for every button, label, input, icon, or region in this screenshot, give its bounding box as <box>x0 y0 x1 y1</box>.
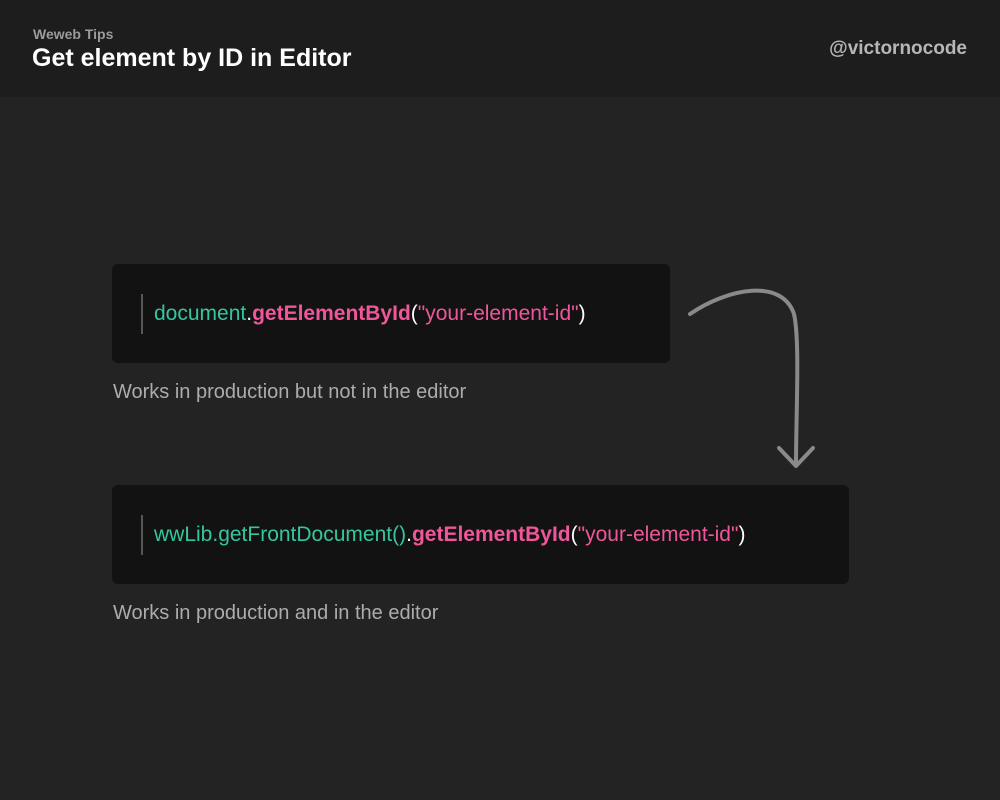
code-open-paren: ( <box>410 302 418 325</box>
eyebrow-label: Weweb Tips <box>33 26 114 42</box>
caption-wwlib: Works in production and in the editor <box>113 602 439 624</box>
header: Weweb Tips Get element by ID in Editor @… <box>0 0 1000 97</box>
arrow-shaft <box>688 288 800 466</box>
code-line: wwLib.getFrontDocument().getElementById(… <box>154 522 745 548</box>
code-close-paren: ) <box>738 523 746 546</box>
code-block-accent-bar <box>141 294 143 334</box>
code-close-paren: ) <box>578 302 586 325</box>
code-argument: "your-element-id" <box>577 523 739 546</box>
caption-document: Works in production but not in the edito… <box>113 381 467 403</box>
code-line: document.getElementById("your-element-id… <box>154 301 586 327</box>
code-open-paren: ( <box>570 523 578 546</box>
code-object: wwLib.getFrontDocument() <box>154 523 407 546</box>
code-object: document <box>154 302 247 325</box>
code-method: getElementById <box>411 523 571 546</box>
curved-down-arrow-icon <box>688 288 815 468</box>
code-argument: "your-element-id" <box>417 302 579 325</box>
author-handle: @victornocode <box>829 38 967 59</box>
code-block-accent-bar <box>141 515 143 555</box>
code-block-document: document.getElementById("your-element-id… <box>112 264 670 363</box>
code-block-wwlib: wwLib.getFrontDocument().getElementById(… <box>112 485 849 584</box>
code-method: getElementById <box>252 302 411 325</box>
page-title: Get element by ID in Editor <box>32 44 352 72</box>
